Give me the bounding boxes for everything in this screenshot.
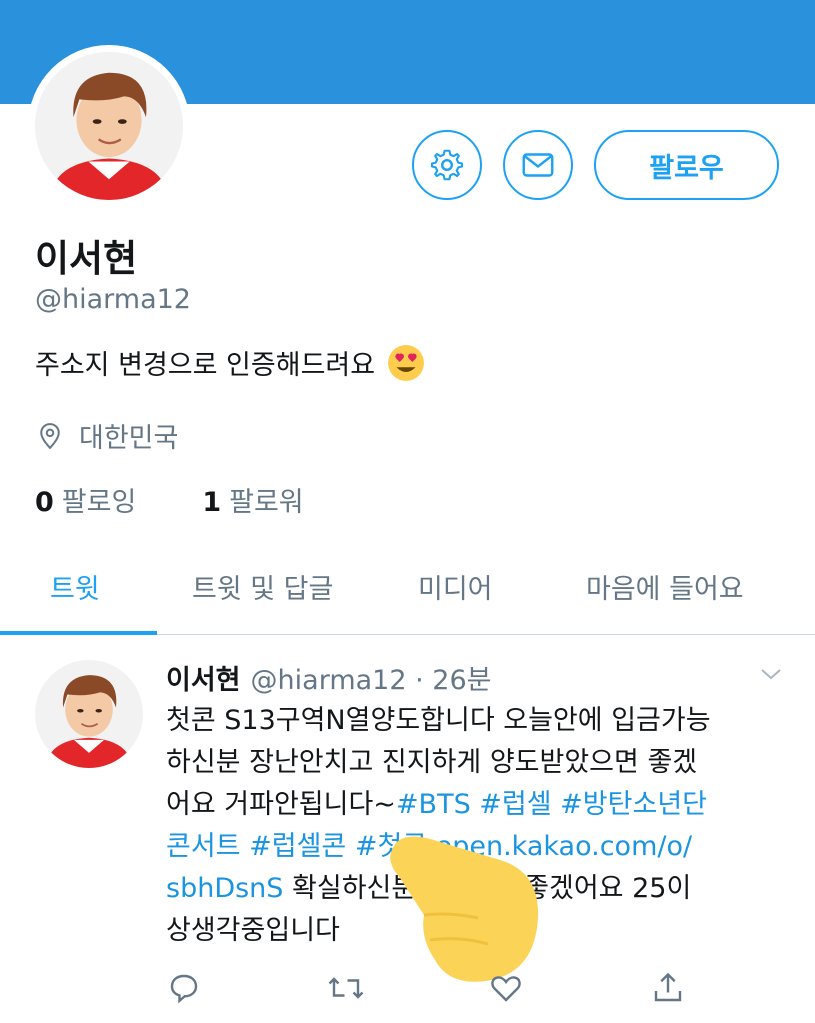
tweet-line: 하신분 장난안치고 진지하게 양도받았으면 좋겠 [166,747,698,778]
gear-icon [430,149,464,181]
tweet-line: 상생각중입니다 [166,915,340,946]
profile-avatar[interactable] [28,45,190,207]
profile-stats: 0 팔로잉 1 팔로워 [35,480,370,519]
profile-bio: 주소지 변경으로 인증해드려요 [35,343,425,382]
profile-tabs: 트윗 트윗 및 답글 미디어 마음에 들어요 [0,545,815,635]
heart-eyes-emoji [388,344,425,381]
tweet-line: 어요 거파안됩니다~#BTS #럽셀 #방탄소년단 [166,784,786,826]
tweet-line: 첫콘 S13구역N열양도합니다 오늘안에 입금가능 [166,705,711,736]
active-tab-indicator [0,631,157,635]
map-pin-icon [40,422,60,449]
tweet-line: sbhDsnS 확실하신분이였으면 좋겠어요 25이 [166,868,786,910]
tweet-text-segment: 확실하신분이였으면 좋겠어요 25이 [283,873,692,904]
following-stat[interactable]: 0 팔로잉 [35,480,136,519]
followers-count: 1 [202,487,222,518]
followers-label: 팔로워 [229,487,304,518]
profile-handle: @hiarma12 [35,284,191,315]
hashtag-link[interactable]: 콘서트 #럽셀콘 #첫콘 open.kakao.com/o/ [166,826,786,868]
profile-location: 대한민국 [35,416,178,455]
heart-icon[interactable] [488,970,524,1006]
profile-display-name: 이서현 [35,237,138,280]
reply-icon[interactable] [166,970,202,1006]
envelope-icon [522,153,554,177]
settings-button[interactable] [412,130,482,200]
tweet-actions [166,970,726,1020]
tab-likes[interactable]: 마음에 들어요 [586,567,744,606]
avatar-image [35,660,143,768]
following-label: 팔로잉 [61,487,137,518]
tweet-header: 이서현 @hiarma12 · 26분 [166,658,491,697]
follow-button[interactable]: 팔로우 [594,130,779,200]
tweet-author-name[interactable]: 이서현 [166,658,241,697]
url-link[interactable]: sbhDsnS [166,873,283,904]
tweet-avatar[interactable] [35,660,143,768]
following-count: 0 [35,487,54,518]
tweet-text: 첫콘 S13구역N열양도합니다 오늘안에 입금가능 하신분 장난안치고 진지하게… [166,700,786,952]
tab-media[interactable]: 미디어 [418,567,493,606]
avatar-image [35,52,183,200]
message-button[interactable] [503,130,573,200]
tweet-text-segment: 어요 거파안됩니다~ [166,789,396,820]
tab-tweets-replies[interactable]: 트윗 및 답글 [192,567,333,606]
retweet-icon[interactable] [326,970,366,1006]
hashtag-link[interactable]: #BTS #럽셀 #방탄소년단 [396,789,707,820]
bio-text: 주소지 변경으로 인증해드려요 [35,350,376,381]
location-text: 대한민국 [79,423,179,454]
chevron-down-icon[interactable] [758,664,784,684]
share-icon[interactable] [650,970,686,1006]
tab-tweets[interactable]: 트윗 [50,567,100,606]
followers-stat[interactable]: 1 팔로워 [202,480,303,519]
tweet-author-handle: @hiarma12 · 26분 [250,665,492,696]
